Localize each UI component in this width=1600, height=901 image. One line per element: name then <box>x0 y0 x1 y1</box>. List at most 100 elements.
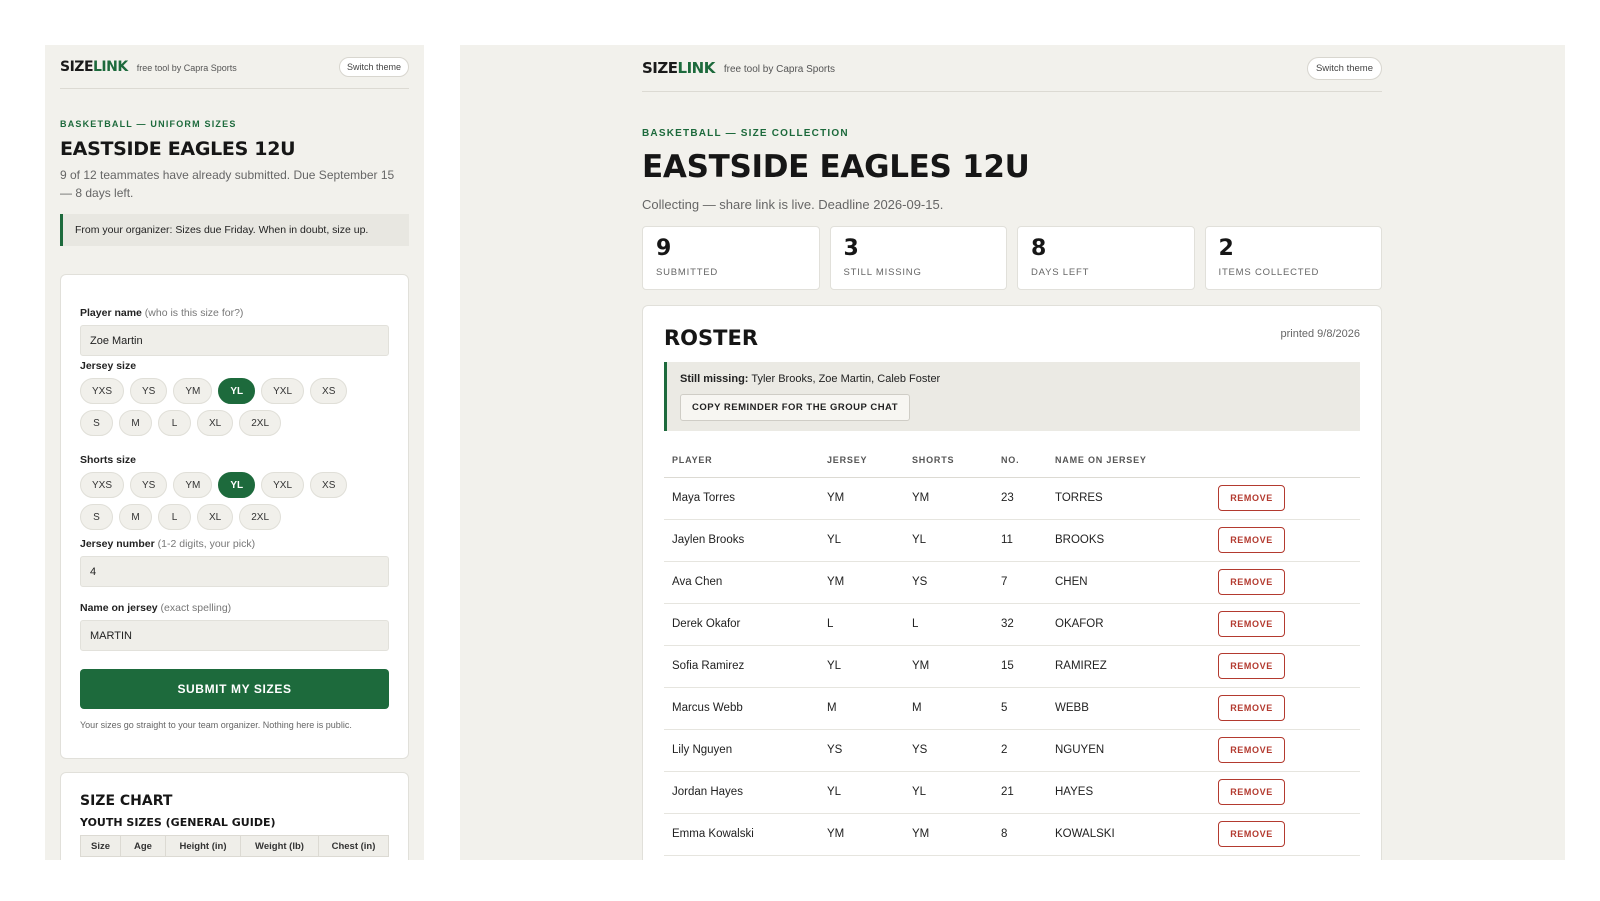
remove-button[interactable]: REMOVE <box>1218 737 1285 763</box>
submission-intro: 9 of 12 teammates have already submitted… <box>60 168 395 200</box>
jersey-size-option-2xl[interactable]: 2XL <box>239 410 282 436</box>
player-name-input[interactable]: Zoe Martin <box>80 325 389 356</box>
cell-no: 32 <box>993 603 1047 646</box>
cell-jersey: YM <box>819 561 904 604</box>
stat-value: 8 <box>1031 236 1047 261</box>
shorts-size-option-yl[interactable]: YL <box>218 472 256 498</box>
team-title: EASTSIDE EAGLES 12U <box>60 138 296 160</box>
submit-sizes-button[interactable]: SUBMIT MY SIZES <box>80 669 389 709</box>
col-number: NO. <box>993 443 1047 478</box>
switch-theme-button[interactable]: Switch theme <box>1306 56 1382 80</box>
cell-shorts: YM <box>904 813 993 856</box>
cell-shorts: YM <box>904 645 993 688</box>
cell-name: TORRES <box>1047 477 1210 520</box>
copy-reminder-button[interactable]: COPY REMINDER FOR THE GROUP CHAT <box>680 394 911 421</box>
remove-button[interactable]: REMOVE <box>1218 485 1285 511</box>
shorts-size-option-xs[interactable]: XS <box>310 472 348 498</box>
cell-name: RAMIREZ <box>1047 645 1210 688</box>
cell-jersey: YL <box>819 519 904 562</box>
shorts-size-option-yxl[interactable]: YXL <box>261 472 305 498</box>
jersey-size-option-s[interactable]: S <box>80 410 113 436</box>
stat-value: 3 <box>843 236 859 261</box>
table-row: Jaylen Brooks YL YL 11 BROOKS REMOVE <box>664 519 1360 562</box>
cell-player: Maya Torres <box>664 477 819 520</box>
cell-jersey: YM <box>819 477 904 520</box>
jersey-size-options: YXS YS YM YL YXL XS S M L XL 2XL <box>80 378 380 436</box>
jersey-size-option-l[interactable]: L <box>158 410 191 436</box>
stat-label: ITEMS COLLECTED <box>1218 267 1320 278</box>
table-row: Lily Nguyen YS YS 2 NGUYEN REMOVE <box>664 729 1360 772</box>
cell-no: 21 <box>993 771 1047 814</box>
byline: free tool by Capra Sports <box>136 63 237 73</box>
name-on-jersey-input[interactable]: MARTIN <box>80 620 389 651</box>
remove-button[interactable]: REMOVE <box>1218 821 1285 847</box>
player-view-header: SIZELINK free tool by Capra Sports Switc… <box>60 45 409 89</box>
cell-name: HAYES <box>1047 771 1210 814</box>
cell-name: CHEN <box>1047 561 1210 604</box>
cell-player: Sofia Ramirez <box>664 645 819 688</box>
roster-table: PLAYER JERSEY SHORTS NO. NAME ON JERSEY … <box>664 443 1360 856</box>
cell-jersey: YL <box>819 645 904 688</box>
table-row: Jordan Hayes YL YL 21 HAYES REMOVE <box>664 771 1360 814</box>
table-row: Ava Chen YM YS 7 CHEN REMOVE <box>664 561 1360 604</box>
jersey-size-option-ys[interactable]: YS <box>130 378 168 404</box>
shorts-size-option-l[interactable]: L <box>158 504 191 530</box>
jersey-size-option-m[interactable]: M <box>119 410 152 436</box>
roster-header: ROSTER printed 9/8/2026 <box>664 326 1360 350</box>
cell-actions: REMOVE <box>1210 561 1360 604</box>
cell-name: WEBB <box>1047 687 1210 730</box>
roster-card: ROSTER printed 9/8/2026 Still missing: T… <box>642 305 1382 860</box>
cell-actions: REMOVE <box>1210 771 1360 814</box>
stats-row: 9 SUBMITTED 3 STILL MISSING 8 DAYS LEFT … <box>642 226 1382 290</box>
shorts-size-option-s[interactable]: S <box>80 504 113 530</box>
organizer-view-header: SIZELINK free tool by Capra Sports Switc… <box>642 45 1382 92</box>
shorts-size-option-xl[interactable]: XL <box>197 504 234 530</box>
remove-button[interactable]: REMOVE <box>1218 653 1285 679</box>
cell-no: 8 <box>993 813 1047 856</box>
size-chart-subtitle: YOUTH SIZES (GENERAL GUIDE) <box>80 816 276 829</box>
switch-theme-button[interactable]: Switch theme <box>338 56 409 77</box>
stat-label: STILL MISSING <box>843 267 922 278</box>
cell-player: Marcus Webb <box>664 687 819 730</box>
cell-player: Jordan Hayes <box>664 771 819 814</box>
cell-actions: REMOVE <box>1210 477 1360 520</box>
table-row: Marcus Webb M M 5 WEBB REMOVE <box>664 687 1360 730</box>
stat-submitted: 9 SUBMITTED <box>642 226 820 290</box>
cell-shorts: YL <box>904 519 993 562</box>
col-name-on-jersey: NAME ON JERSEY <box>1047 443 1210 478</box>
shorts-size-option-ym[interactable]: YM <box>173 472 213 498</box>
jersey-size-option-xl[interactable]: XL <box>197 410 234 436</box>
printed-date: printed 9/8/2026 <box>1280 328 1360 340</box>
remove-button[interactable]: REMOVE <box>1218 695 1285 721</box>
jersey-size-option-yxs[interactable]: YXS <box>80 378 125 404</box>
jersey-size-option-xs[interactable]: XS <box>310 378 348 404</box>
shorts-size-option-yxs[interactable]: YXS <box>80 472 125 498</box>
cell-actions: REMOVE <box>1210 813 1360 856</box>
cell-no: 15 <box>993 645 1047 688</box>
remove-button[interactable]: REMOVE <box>1218 779 1285 805</box>
sizelink-logo: SIZELINK <box>642 59 715 77</box>
remove-button[interactable]: REMOVE <box>1218 569 1285 595</box>
remove-button[interactable]: REMOVE <box>1218 611 1285 637</box>
cell-player: Jaylen Brooks <box>664 519 819 562</box>
shorts-size-option-2xl[interactable]: 2XL <box>239 504 282 530</box>
stat-days-left: 8 DAYS LEFT <box>1017 226 1195 290</box>
jersey-size-option-yl[interactable]: YL <box>218 378 256 404</box>
cell-shorts: L <box>904 603 993 646</box>
stat-value: 9 <box>656 236 672 261</box>
table-row: Derek Okafor L L 32 OKAFOR REMOVE <box>664 603 1360 646</box>
shorts-size-option-m[interactable]: M <box>119 504 152 530</box>
col-shorts: SHORTS <box>904 443 993 478</box>
jersey-number-label: Jersey number (1-2 digits, your pick) <box>80 538 256 550</box>
roster-header-row: PLAYER JERSEY SHORTS NO. NAME ON JERSEY <box>664 443 1360 478</box>
remove-button[interactable]: REMOVE <box>1218 527 1285 553</box>
jersey-size-option-ym[interactable]: YM <box>173 378 213 404</box>
cell-actions: REMOVE <box>1210 519 1360 562</box>
table-row: Sofia Ramirez YL YM 15 RAMIREZ REMOVE <box>664 645 1360 688</box>
shorts-size-option-ys[interactable]: YS <box>130 472 168 498</box>
jersey-number-input[interactable]: 4 <box>80 556 389 587</box>
size-chart-col: Age <box>121 836 166 856</box>
jersey-size-option-yxl[interactable]: YXL <box>261 378 305 404</box>
size-chart-col: Size <box>81 836 121 856</box>
col-jersey: JERSEY <box>819 443 904 478</box>
